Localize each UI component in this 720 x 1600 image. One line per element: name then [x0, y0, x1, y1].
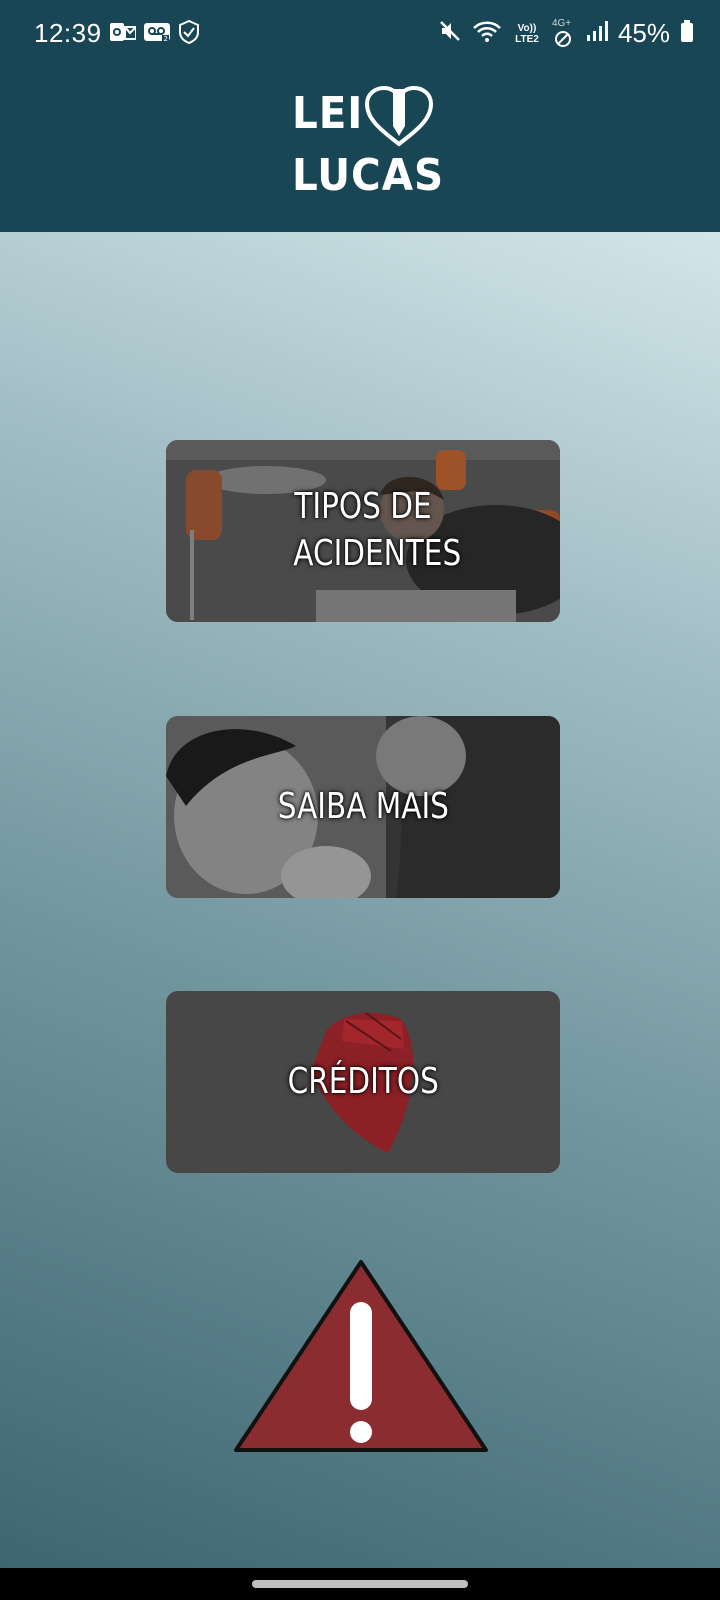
system-nav-bar [0, 1568, 720, 1600]
tipos-de-acidentes-button[interactable]: TIPOS DE ACIDENTES [166, 440, 560, 622]
status-time: 12:39 [34, 18, 102, 48]
outlook-icon [110, 21, 137, 48]
voicemail-icon: 2 [144, 21, 170, 48]
status-right-icons: Vo)) LTE2 4G+ 45% [438, 18, 694, 49]
creditos-label: CRÉDITOS [287, 1060, 439, 1102]
warning-triangle-icon[interactable] [232, 1258, 490, 1459]
app-logo: LEI LUCAS [0, 84, 720, 204]
status-left-icons: 2 [110, 19, 200, 49]
saiba-mais-label: SAIBA MAIS [277, 785, 449, 827]
status-bar: 12:39 2 Vo)) LTE2 4G+ 45% [0, 0, 720, 68]
battery-icon [680, 19, 694, 48]
home-gesture-handle[interactable] [252, 1580, 468, 1588]
signal-icon [586, 20, 608, 47]
app-header: 12:39 2 Vo)) LTE2 4G+ 45% LEI LUCAS [0, 0, 720, 232]
saiba-mais-button[interactable]: SAIBA MAIS [166, 716, 560, 898]
4g-icon: 4G+ [551, 17, 576, 48]
battery-percent: 45% [617, 18, 670, 48]
main-menu-area: TIPOS DE ACIDENTES SAIBA MAIS CRÉDITOS [0, 232, 720, 1568]
mute-icon [438, 19, 462, 48]
shield-check-icon [178, 19, 200, 49]
network-type-label: 4G+ [551, 17, 572, 29]
volte-icon: Vo)) LTE2 [515, 22, 539, 45]
heart-pencil-icon [364, 85, 434, 153]
wifi-icon [472, 19, 502, 48]
tipos-de-acidentes-label: TIPOS DE ACIDENTES [293, 486, 462, 574]
logo-text-line2: LUCAS [292, 150, 445, 201]
creditos-button[interactable]: CRÉDITOS [166, 991, 560, 1173]
svg-text:2: 2 [164, 35, 168, 43]
logo-text-line1: LEI [292, 88, 364, 139]
